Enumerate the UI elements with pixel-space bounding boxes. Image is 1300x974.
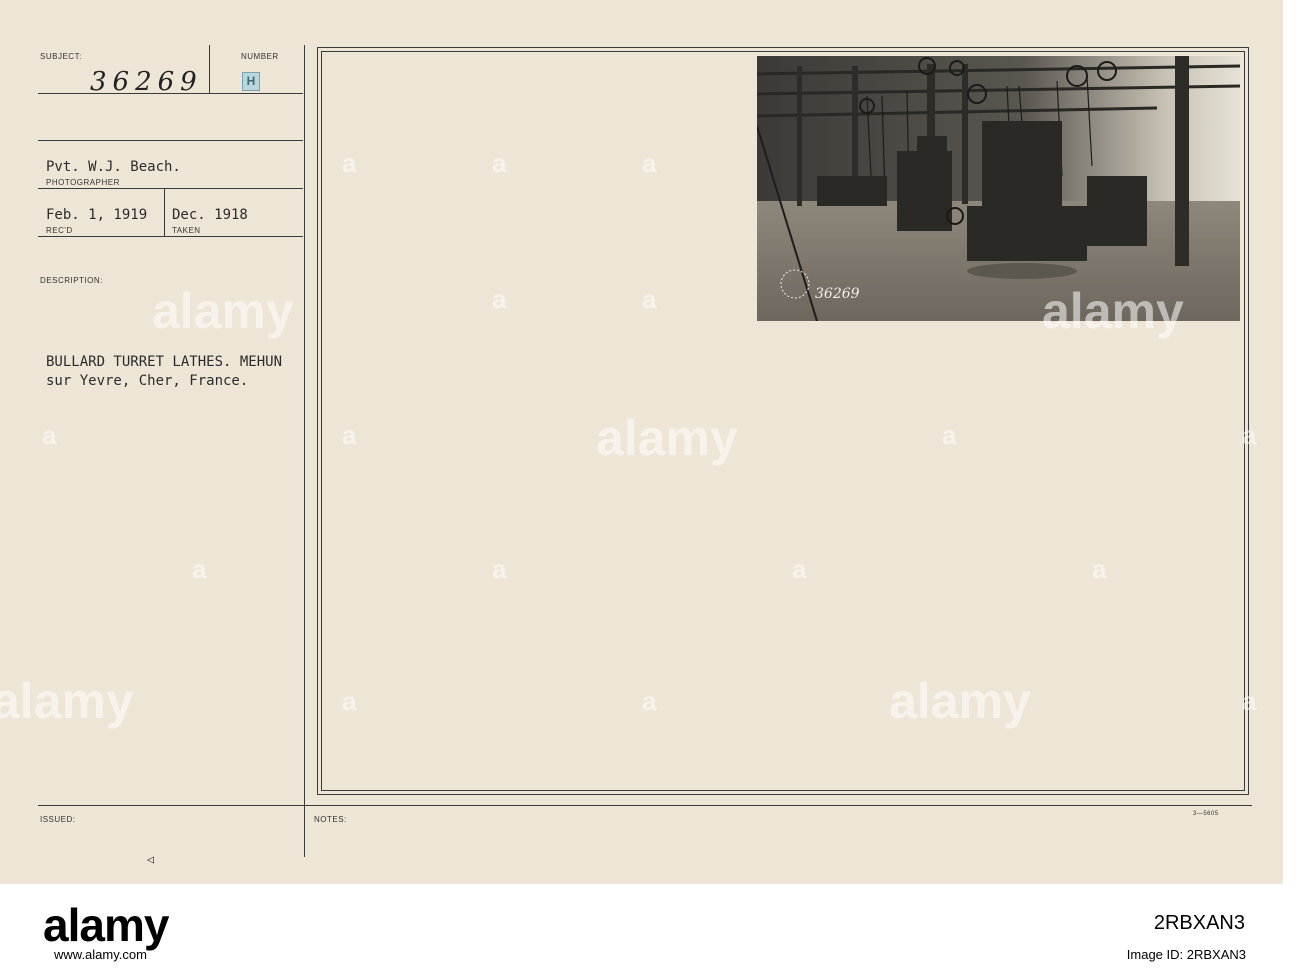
image-id-label: Image ID: 2RBXAN3 — [1126, 947, 1246, 962]
subject-number: 36269 — [90, 67, 203, 97]
watermark-text: alamy — [596, 410, 738, 466]
taken-date: Dec. 1918 — [172, 207, 248, 223]
photographer-label: PHOTOGRAPHER — [46, 178, 120, 187]
number-label: NUMBER — [241, 52, 279, 61]
taken-label: TAKEN — [172, 226, 201, 235]
alamy-logo[interactable]: alamy — [43, 898, 169, 952]
description-label: DESCRIPTION: — [40, 276, 103, 285]
photographer-name: Pvt. W.J. Beach. — [46, 159, 181, 175]
watermark-text: alamy — [889, 673, 1031, 729]
watermark-text: alamy — [0, 673, 134, 729]
rule-photographer — [38, 188, 303, 189]
watermark-letter: a — [342, 686, 357, 716]
watermark-letter: a — [642, 284, 657, 314]
watermark-letter: a — [1242, 686, 1257, 716]
description-line-2: sur Yevre, Cher, France. — [46, 373, 249, 389]
watermark-letter: a — [492, 284, 507, 314]
divider-vertical-dates — [164, 189, 165, 237]
rule-issued — [38, 805, 1252, 806]
image-id: 2RBXAN3 — [1153, 912, 1245, 934]
form-number: 3—5605 — [1193, 811, 1219, 817]
watermark-letter: a — [192, 554, 207, 584]
triangle-mark-icon: △ — [142, 856, 157, 864]
watermark-letter: a — [1242, 420, 1257, 450]
divider-vertical-number — [209, 45, 210, 93]
number-stamp: H — [242, 72, 260, 91]
watermark-letter: a — [492, 554, 507, 584]
divider-vertical-main — [304, 45, 305, 857]
footer-bar — [0, 884, 1300, 974]
watermark-letter: a — [42, 420, 57, 450]
received-date: Feb. 1, 1919 — [46, 207, 148, 223]
watermark-letter: a — [342, 420, 357, 450]
issued-label: ISSUED: — [40, 815, 76, 824]
photo-number-overlay: 36269 — [815, 286, 860, 302]
watermark-text: alamy — [152, 283, 294, 339]
watermark-letter: a — [942, 420, 957, 450]
watermark-letter: a — [342, 148, 357, 178]
watermark-letter: a — [792, 554, 807, 584]
watermark-letter: a — [642, 148, 657, 178]
watermark-letter: a — [1092, 554, 1107, 584]
watermark-text: alamy — [1042, 283, 1184, 339]
rule-section — [38, 140, 303, 141]
footer-url[interactable]: www.alamy.com — [54, 947, 147, 962]
archive-card: SUBJECT: NUMBER 36269 H Pvt. W.J. Beach.… — [0, 0, 1283, 884]
watermark-letter: a — [492, 148, 507, 178]
subject-label: SUBJECT: — [40, 52, 82, 61]
notes-label: NOTES: — [314, 815, 347, 824]
rule-dates — [38, 236, 303, 237]
received-label: REC'D — [46, 226, 73, 235]
description-line-1: BULLARD TURRET LATHES. MEHUN — [46, 354, 283, 370]
watermark-letter: a — [642, 686, 657, 716]
